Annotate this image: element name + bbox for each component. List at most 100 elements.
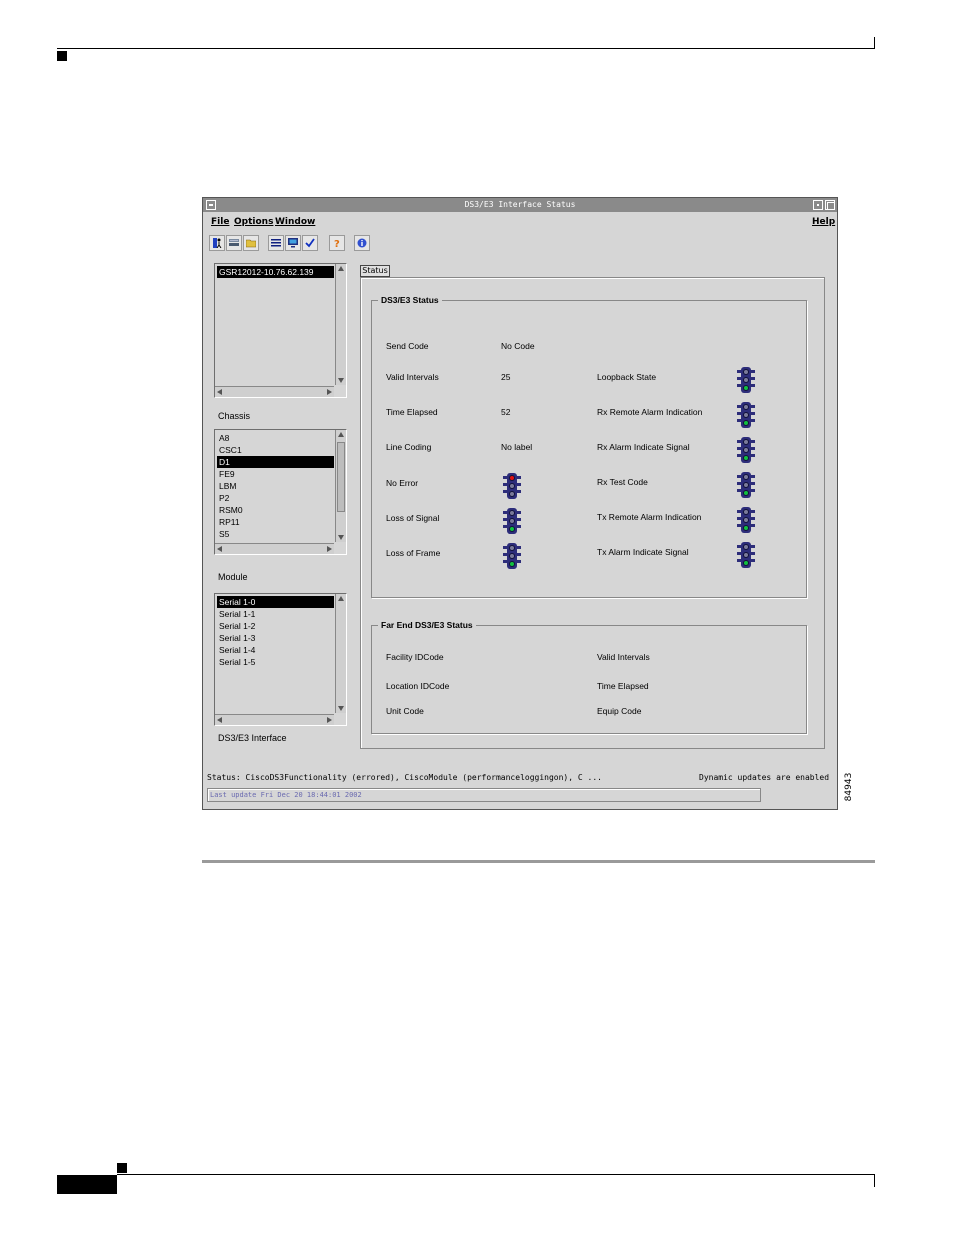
module-list-hscrollbar[interactable] bbox=[215, 714, 334, 725]
send-code-label: Send Code bbox=[386, 341, 429, 351]
help-button[interactable]: ? bbox=[329, 235, 345, 251]
traffic-light-icon bbox=[737, 471, 755, 499]
traffic-light-icon bbox=[737, 366, 755, 394]
traffic-light-icon bbox=[503, 472, 521, 500]
module-label: Module bbox=[218, 572, 248, 582]
traffic-light-icon bbox=[503, 507, 521, 535]
list-item[interactable]: Serial 1-3 bbox=[217, 632, 334, 644]
list-button[interactable] bbox=[268, 235, 284, 251]
module-list-vscrollbar[interactable] bbox=[335, 594, 346, 713]
list-item[interactable]: Serial 1-1 bbox=[217, 608, 334, 620]
figure-divider bbox=[202, 860, 875, 863]
traffic-light-icon bbox=[737, 401, 755, 429]
page-footer-tick bbox=[874, 1175, 875, 1187]
monitor-button[interactable] bbox=[285, 235, 301, 251]
maximize-button[interactable] bbox=[825, 200, 835, 210]
chassis-list-hscrollbar[interactable] bbox=[215, 543, 334, 554]
chassis-label: Chassis bbox=[218, 411, 251, 421]
list-item[interactable]: Serial 1-0 bbox=[217, 596, 334, 608]
scroll-up-icon[interactable] bbox=[338, 432, 344, 437]
list-item[interactable]: D1 bbox=[217, 456, 334, 468]
menu-options[interactable]: Options bbox=[234, 217, 273, 227]
chassis-scroll-thumb[interactable] bbox=[337, 442, 345, 512]
scroll-down-icon[interactable] bbox=[338, 378, 344, 383]
window-menu-button[interactable] bbox=[206, 200, 216, 210]
list-item[interactable]: A8 bbox=[217, 432, 334, 444]
rx-remote-alarm-label: Rx Remote Alarm Indication bbox=[597, 407, 703, 417]
list-icon bbox=[271, 239, 281, 247]
menu-bar: File Options Window Help bbox=[203, 213, 837, 231]
loss-of-signal-label: Loss of Signal bbox=[386, 513, 440, 523]
chassis-list-vscrollbar[interactable] bbox=[335, 430, 346, 542]
list-item[interactable]: RSM0 bbox=[217, 504, 334, 516]
scroll-down-icon[interactable] bbox=[338, 706, 344, 711]
scroll-right-icon[interactable] bbox=[327, 389, 332, 395]
dynamic-updates-text: Dynamic updates are enabled bbox=[699, 773, 830, 782]
host-list-hscrollbar[interactable] bbox=[215, 386, 334, 397]
page-header-marker bbox=[57, 51, 67, 61]
list-item[interactable]: Serial 1-2 bbox=[217, 620, 334, 632]
status-line: Status: CiscoDS3Functionality (errored),… bbox=[207, 773, 829, 782]
list-item[interactable]: RP11 bbox=[217, 516, 334, 528]
far-valid-intervals-label: Valid Intervals bbox=[597, 652, 650, 662]
list-item[interactable]: GSR12012-10.76.62.139 bbox=[217, 266, 334, 278]
module-list-items: Serial 1-0 Serial 1-1 Serial 1-2 Serial 1-3… bbox=[217, 596, 334, 713]
rx-test-code-label: Rx Test Code bbox=[597, 477, 648, 487]
check-button[interactable] bbox=[302, 235, 318, 251]
list-item[interactable]: CSC1 bbox=[217, 444, 334, 456]
tx-alarm-indicate-label: Tx Alarm Indicate Signal bbox=[597, 547, 689, 557]
chassis-list[interactable]: A8CSC1D1FE9LBMP2RSM0RP11S5S6 bbox=[214, 429, 347, 555]
host-list-items: GSR12012-10.76.62.139 bbox=[217, 266, 334, 385]
page-header-tick bbox=[874, 37, 875, 49]
scroll-left-icon[interactable] bbox=[217, 389, 222, 395]
valid-intervals-label: Valid Intervals bbox=[386, 372, 439, 382]
title-bar[interactable]: DS3/E3 Interface Status bbox=[203, 198, 837, 212]
module-list[interactable]: Serial 1-0 Serial 1-1 Serial 1-2 Serial 1-3… bbox=[214, 593, 347, 726]
no-error-label: No Error bbox=[386, 478, 419, 488]
far-time-elapsed-label: Time Elapsed bbox=[597, 681, 649, 691]
scroll-right-icon[interactable] bbox=[327, 717, 332, 723]
check-icon bbox=[305, 238, 315, 248]
open-button[interactable] bbox=[243, 235, 259, 251]
menu-window[interactable]: Window bbox=[275, 217, 315, 227]
send-code-value: No Code bbox=[501, 341, 535, 351]
list-item[interactable]: FE9 bbox=[217, 468, 334, 480]
list-item[interactable]: LBM bbox=[217, 480, 334, 492]
minimize-button[interactable] bbox=[813, 200, 823, 210]
scroll-right-icon[interactable] bbox=[327, 546, 332, 552]
list-item[interactable]: Serial 1-5 bbox=[217, 656, 334, 668]
scroll-up-icon[interactable] bbox=[338, 596, 344, 601]
scroll-left-icon[interactable] bbox=[217, 546, 222, 552]
rx-alarm-indicate-label: Rx Alarm Indicate Signal bbox=[597, 442, 690, 452]
menu-help[interactable]: Help bbox=[812, 217, 835, 227]
host-list[interactable]: GSR12012-10.76.62.139 bbox=[214, 263, 347, 398]
scroll-left-icon[interactable] bbox=[217, 717, 222, 723]
svg-text:?: ? bbox=[334, 239, 340, 248]
help-icon: ? bbox=[334, 239, 340, 248]
monitor-icon bbox=[288, 238, 298, 248]
chassis-button[interactable] bbox=[226, 235, 242, 251]
page-footer-rule bbox=[117, 1174, 875, 1175]
toolbar: ? bbox=[207, 234, 507, 254]
exit-icon bbox=[213, 238, 222, 248]
location-idcode-label: Location IDCode bbox=[386, 681, 450, 691]
time-elapsed-value: 52 bbox=[501, 407, 511, 417]
loopback-state-label: Loopback State bbox=[597, 372, 657, 382]
scroll-up-icon[interactable] bbox=[338, 266, 344, 271]
host-list-vscrollbar[interactable] bbox=[335, 264, 346, 385]
tab-status[interactable]: Status bbox=[360, 265, 390, 277]
last-update-field: Last update Fri Dec 20 18:44:01 2002 bbox=[207, 788, 761, 802]
equip-code-label: Equip Code bbox=[597, 706, 642, 716]
facility-idcode-label: Facility IDCode bbox=[386, 652, 444, 662]
page-header-rule bbox=[57, 48, 875, 49]
menu-file[interactable]: File bbox=[211, 217, 229, 227]
info-button[interactable] bbox=[354, 235, 370, 251]
list-item[interactable]: S5 bbox=[217, 528, 334, 540]
unit-code-label: Unit Code bbox=[386, 706, 424, 716]
tx-remote-alarm-label: Tx Remote Alarm Indication bbox=[597, 512, 702, 522]
list-item[interactable]: Serial 1-4 bbox=[217, 644, 334, 656]
scroll-down-icon[interactable] bbox=[338, 535, 344, 540]
exit-button[interactable] bbox=[209, 235, 225, 251]
time-elapsed-label: Time Elapsed bbox=[386, 407, 438, 417]
list-item[interactable]: P2 bbox=[217, 492, 334, 504]
